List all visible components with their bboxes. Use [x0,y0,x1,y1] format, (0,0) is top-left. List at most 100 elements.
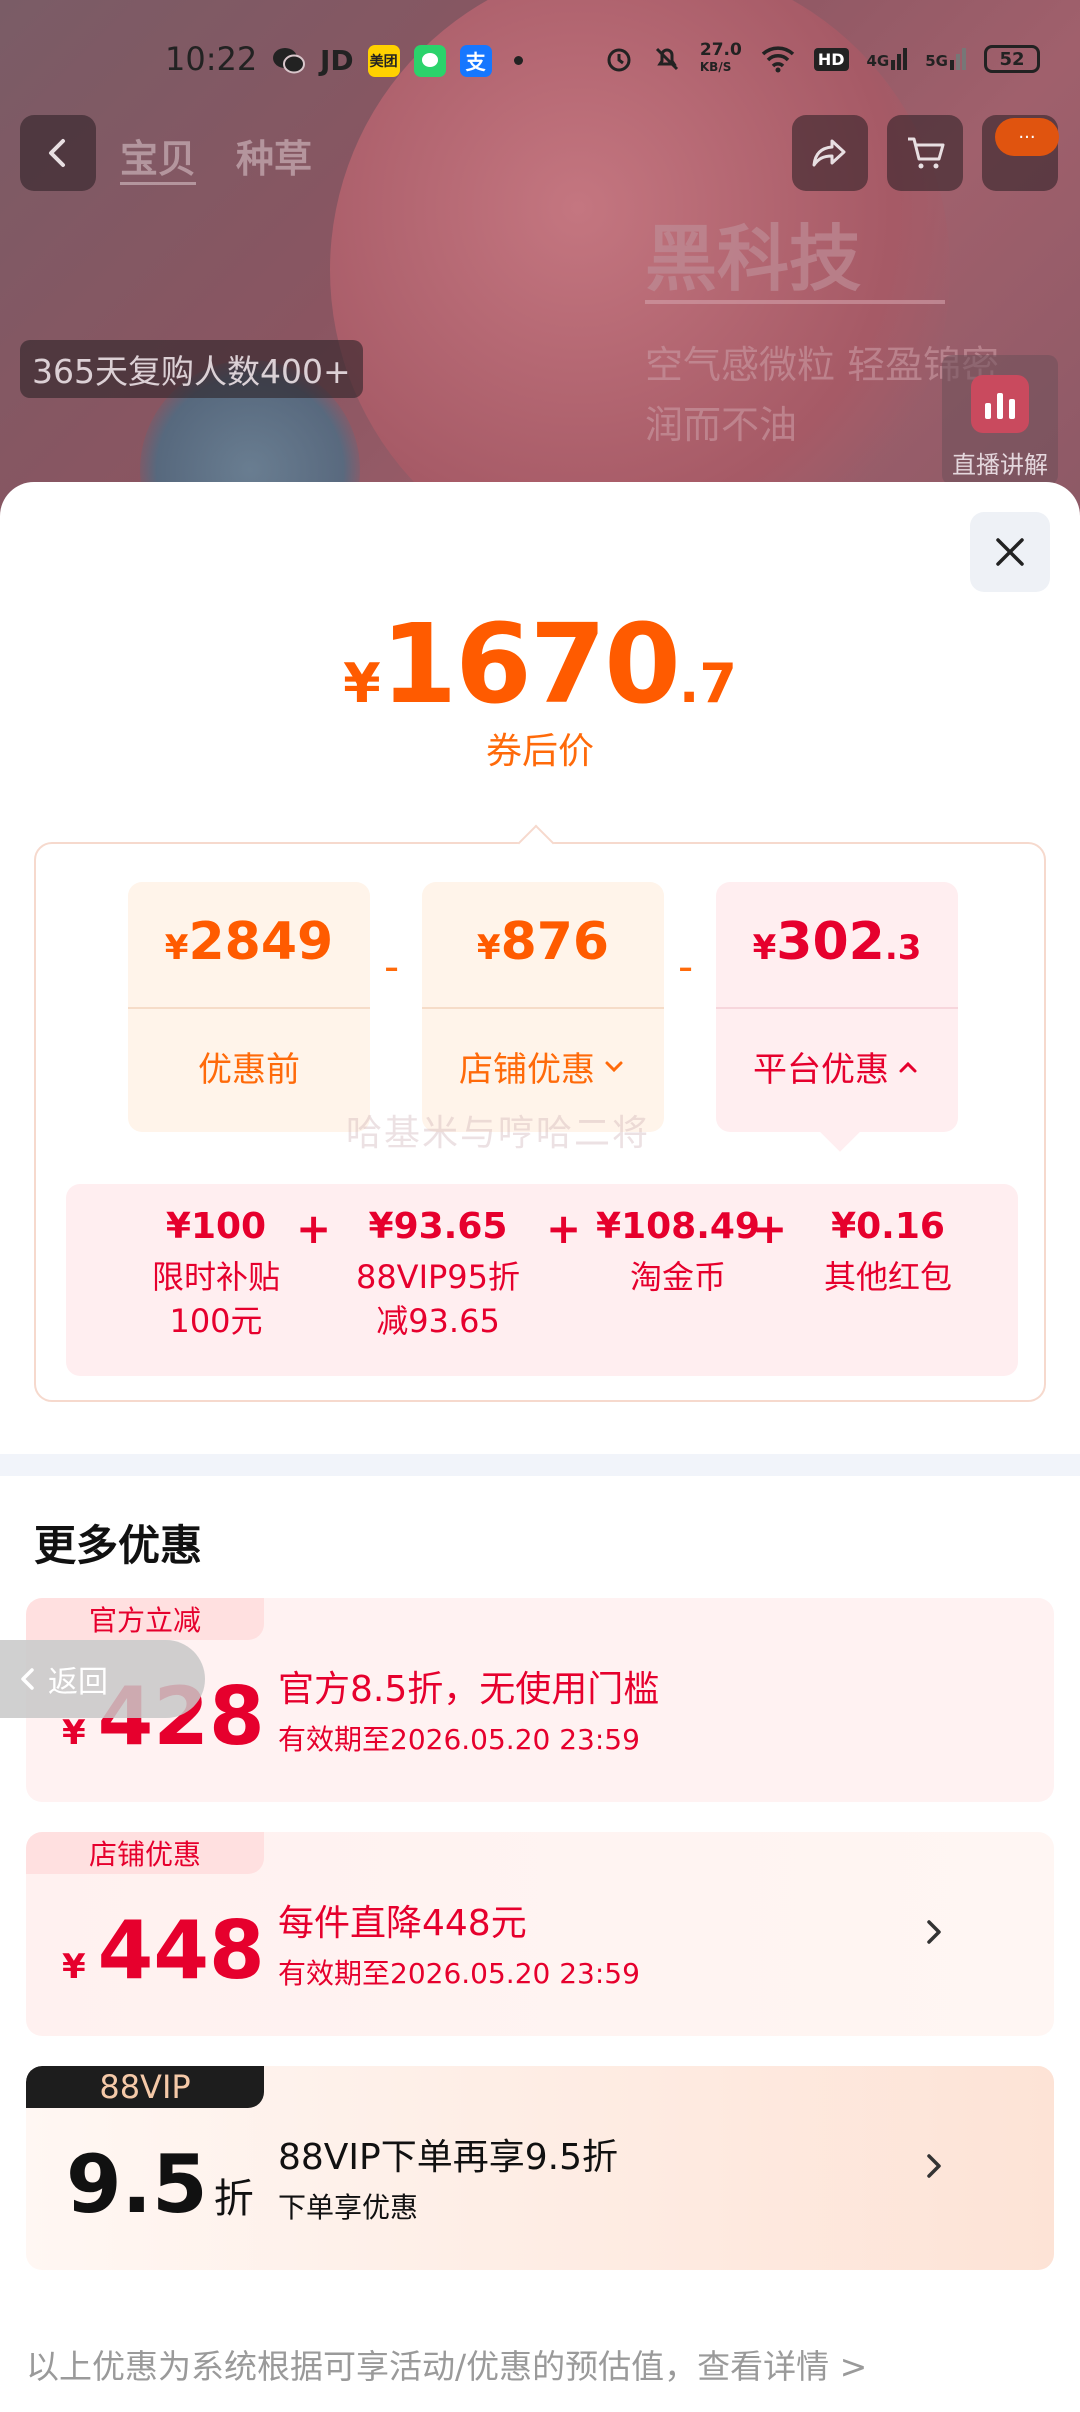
floating-back-label: 返回 [48,1665,108,1700]
live-explain-button[interactable]: 直播讲解 [942,355,1058,485]
more-badge: ··· [995,118,1059,156]
offer-amount: 9.5 折 [66,2138,254,2231]
offer-tag: 店铺优惠 [26,1832,264,1874]
signal-bar [956,54,960,70]
battery-icon: 52 [984,45,1040,73]
chevron-up-icon [899,1061,917,1072]
mute-icon [655,47,678,71]
net-speed-value: 27.0 [699,40,742,60]
final-price-label: 券后价 [485,731,594,772]
live-label: 直播讲解 [952,451,1048,479]
offer-tag: 88VIP [26,2066,264,2108]
status-bar: 10:22 JD 美团 支 27.0 KB/S HD 4G 5G 52 [0,0,1080,120]
platform-item-value: ¥108.49 [596,1206,760,1247]
platform-item-desc: 88VIP95折 减93.65 [355,1258,521,1340]
back-button[interactable] [20,115,96,191]
offer-validity: 有效期至2026.05.20 23:59 [278,1957,640,1990]
cart-button[interactable] [887,115,963,191]
offer-title: 官方8.5折，无使用门槛 [278,1669,660,1710]
status-app-icons: JD 美团 支 [272,44,523,77]
offer-title: 每件直降448元 [278,1903,527,1944]
close-button[interactable] [970,512,1050,592]
platform-item-desc: 其他红包 [823,1258,952,1296]
platform-item-value: ¥100 [165,1206,267,1247]
tab-baby[interactable]: 宝贝 [120,128,196,183]
message-icon [413,44,446,77]
share-icon [812,139,846,167]
chevron-right-icon [927,2154,941,2178]
signal-bar [897,54,902,70]
hero-title: 黑科技 [645,217,862,301]
price-currency: ¥ [343,652,381,715]
section-divider [0,1454,1080,1476]
price-breakdown: ¥2849 优惠前 - ¥876 店铺优惠 - ¥302.3 平台优惠 哈基米与… [34,824,1046,1402]
platform-item-value: ¥93.65 [368,1206,508,1247]
platform-item: ¥100 限时补贴 100元 [106,1206,326,1343]
divider [422,1007,664,1009]
platform-item-value: ¥0.16 [831,1206,945,1247]
breakdown-value: ¥876 [476,912,610,972]
wifi-icon [761,46,795,73]
platform-item: ¥0.16 其他红包 [788,1206,988,1299]
platform-item-desc: 限时补贴 100元 [151,1258,280,1340]
plus-sign: + [752,1204,788,1253]
offer-tag: 官方立减 [26,1598,264,1640]
tab-grass[interactable]: 种草 [236,128,312,183]
chevron-left-icon [21,1668,34,1690]
breakdown-shop-discount[interactable]: ¥876 店铺优惠 [422,882,664,1132]
chevron-down-icon [605,1061,623,1072]
footer-note-link[interactable]: 以上优惠为系统根据可享活动/优惠的预估值，查看详情 > [26,2340,867,2388]
jd-icon: JD [320,44,354,77]
share-button[interactable] [792,115,868,191]
signal-5g-label: 5G [925,52,948,70]
platform-discount-details: ¥100 限时补贴 100元 + ¥93.65 88VIP95折 减93.65 + … [66,1184,1018,1376]
breakdown-notch [517,824,555,862]
meituan-icon: 美团 [367,44,400,77]
breakdown-value: ¥302.3 [752,912,922,972]
floating-back-button[interactable]: 返回 [0,1640,205,1718]
breakdown-original: ¥2849 优惠前 [128,882,370,1132]
dot-icon [513,56,523,65]
offer-subtitle: 下单享优惠 [278,2191,419,2224]
signal-bar [950,60,954,70]
offer-card-shop[interactable]: 店铺优惠 ¥448 每件直降448元 有效期至2026.05.20 23:59 [26,1832,1054,2036]
hd-icon: HD [813,47,849,71]
signal-5g-icon: 5G [925,48,966,70]
breakdown-label: 平台优惠 [716,1042,958,1091]
price-decimal: .7 [678,652,737,715]
net-speed: 27.0 KB/S [700,42,742,76]
divider [716,1007,958,1009]
price-integer: 1670 [380,600,681,728]
breakdown-platform-discount[interactable]: ¥302.3 平台优惠 [716,882,958,1132]
live-icon [971,375,1029,433]
plus-sign: + [546,1204,582,1253]
minus-sign: - [678,942,694,991]
breakdown-value: ¥2849 [164,912,334,972]
chevron-left-icon [49,139,65,167]
breakdown-label: 优惠前 [198,1050,300,1090]
repurchase-badge: 365天复购人数400+ [20,340,363,398]
signal-bar [891,60,896,70]
status-time: 10:22 [165,40,258,78]
platform-item-desc: 淘金币 [629,1258,726,1296]
final-price: ¥1670.7 [0,600,1080,728]
watermark: 哈基米与哼哈二将 [346,1113,651,1154]
cart-icon [908,137,945,169]
alipay-icon: 支 [459,44,492,77]
signal-4g-label: 4G [866,52,890,70]
hero-divider [645,300,945,304]
plus-sign: + [296,1204,332,1253]
product-tabs: 宝贝 种草 [120,128,312,183]
signal-4g-icon: 4G [867,48,908,70]
net-speed-unit: KB/S [699,60,732,74]
more-offers-title: 更多优惠 [34,1521,203,1570]
status-right: 27.0 KB/S HD 4G 5G 52 [604,42,1040,76]
offer-validity: 有效期至2026.05.20 23:59 [278,1723,640,1756]
chevron-right-icon [927,1920,941,1944]
wechat-icon [273,47,305,73]
minus-sign: - [384,942,400,991]
offer-card-88vip[interactable]: 88VIP 9.5 折 88VIP下单再享9.5折 下单享优惠 [26,2066,1054,2270]
alarm-icon [607,48,631,72]
divider [128,1007,370,1009]
signal-bar [962,48,966,70]
